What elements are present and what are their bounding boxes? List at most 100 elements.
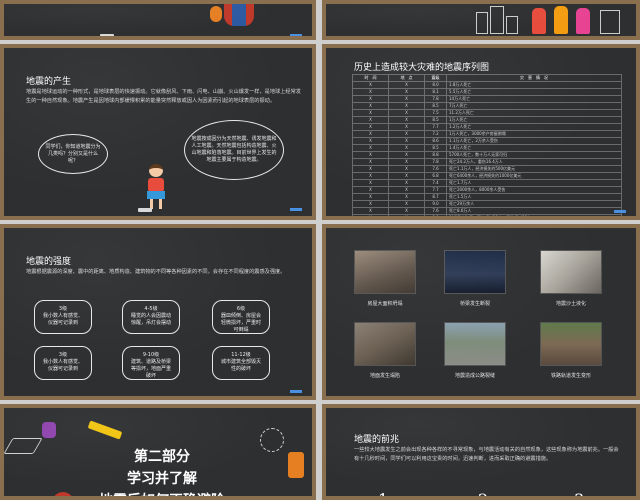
table-cell: X bbox=[352, 144, 389, 152]
table-cell: X bbox=[388, 137, 425, 145]
slide-paragraph: 地震是地球运动的一种形式，是地球表层的快速振动。它就像刮风、下雨、闪电、山崩、火… bbox=[26, 89, 301, 104]
table-cell: X bbox=[388, 214, 425, 216]
slide-title: 地震的强度 bbox=[26, 257, 72, 267]
table-row: X X 7.8 14万人死亡 bbox=[352, 95, 622, 103]
balloon-doodle bbox=[260, 428, 284, 452]
table-cell: 1.8万人死亡 bbox=[446, 81, 622, 89]
table-cell: X bbox=[352, 186, 389, 194]
soil-liquefaction-photo bbox=[540, 250, 602, 294]
table-cell: X bbox=[388, 151, 425, 159]
table-cell: X bbox=[352, 179, 389, 187]
slide-thumbnail-2[interactable] bbox=[322, 0, 640, 40]
slide-earthquake-origin[interactable]: 地震的产生 地震是地球运动的一种形式，是地球表层的快速振动。它就像刮风、下雨、闪… bbox=[0, 44, 316, 220]
city-kids-illustration bbox=[476, 4, 636, 36]
slide-earthquake-intensity[interactable]: 地震的强度 地震根据震源的深度、震中的距离、地质构造、建筑物的不同等各种因素的不… bbox=[0, 224, 316, 400]
level-desc: 我小数人有感觉、仪器可记录到 bbox=[42, 359, 83, 372]
table-cell: X bbox=[352, 88, 389, 96]
table-row: X X 8.7 死亡1.5万人 bbox=[352, 193, 622, 201]
table-cell: X bbox=[388, 144, 425, 152]
road-crack-photo bbox=[444, 322, 506, 366]
table-cell: 引起巨大海啸，死亡超过10人，损失超过10亿 bbox=[446, 214, 622, 216]
photo-caption: 地震造成公路裂缝 bbox=[454, 373, 495, 379]
table-header: 地 点 bbox=[388, 74, 425, 82]
table-row: X X 7.7 死亡2000余人，8000余人受伤 bbox=[352, 186, 622, 194]
table-cell: 7.2 bbox=[424, 130, 447, 138]
blue-chalk bbox=[614, 210, 626, 213]
table-row: X X 8.5 1.4万人死亡 bbox=[352, 144, 622, 152]
photo-caption: 地震沙土液化 bbox=[555, 301, 586, 307]
table-cell: 1.4万人死亡 bbox=[446, 144, 622, 152]
table-row: X X 8.0 1.8万人死亡 bbox=[352, 81, 622, 89]
table-cell: 7.8 bbox=[424, 158, 447, 166]
level-desc: 睡觉的人会因震动惊醒，吊灯会摆动 bbox=[130, 313, 171, 326]
table-cell: X bbox=[352, 172, 389, 180]
table-cell: X bbox=[388, 158, 425, 166]
table-cell: 8.5 bbox=[424, 102, 447, 110]
table-row: X X 8.0 引起巨大海啸，死亡超过10人，损失超过10亿 bbox=[352, 214, 622, 216]
slide-earthquake-photos[interactable]: 房屋大面积坍塌 桥梁发生断裂 地震沙土液化 地面发生塌陷 地震造成公路裂缝 铁路… bbox=[322, 224, 640, 400]
red-circle-decoration bbox=[52, 492, 74, 496]
table-cell: X bbox=[388, 207, 425, 215]
table-cell: 8.8 bbox=[424, 151, 447, 159]
table-cell: X bbox=[352, 123, 389, 131]
table-header: 震级 bbox=[424, 74, 447, 82]
table-header: 时 间 bbox=[352, 74, 389, 82]
blue-chalk bbox=[290, 390, 302, 393]
table-row: X X 8.1 5.5万人死亡 bbox=[352, 88, 622, 96]
table-cell: X bbox=[352, 116, 389, 124]
table-cell: 8.0 bbox=[424, 214, 447, 216]
slide-earthquake-precursors[interactable]: 地震的前兆 一些较大地震发生之前会出现各种各样的不寻常现象，与地震活动有关的自然… bbox=[322, 404, 640, 500]
table-cell: 7.5 bbox=[424, 109, 447, 117]
slide-title: 地震的产生 bbox=[26, 77, 72, 87]
intensity-box: 6级 器皿倾倒、房屋会轻微损坏，严重时可倒塌 bbox=[212, 300, 270, 334]
table-cell: X bbox=[352, 81, 389, 89]
intensity-box: 9-10级 建筑、道路及桥梁等损坏，地面严重破坏 bbox=[122, 346, 180, 380]
table-row: X X 8.5 1万人死亡 bbox=[352, 116, 622, 124]
table-row: X X 8.8 5700人死亡，数十万人无家可归 bbox=[352, 151, 622, 159]
photo-caption: 地面发生塌陷 bbox=[369, 373, 400, 379]
slide-title: 地震的前兆 bbox=[354, 435, 400, 445]
table-cell: 8.0 bbox=[424, 81, 447, 89]
cartoon-character-illustration bbox=[204, 4, 264, 36]
level-desc: 建筑、道路及桥梁等损坏，地面严重破坏 bbox=[130, 359, 171, 379]
photo-caption: 房屋大面积坍塌 bbox=[367, 301, 403, 307]
table-row: X X 8.5 7万人死亡 bbox=[352, 102, 622, 110]
level-label: 3级 bbox=[58, 306, 68, 312]
table-row: X X 8.6 1.1万人死亡，2万余人受伤 bbox=[352, 137, 622, 145]
step-number: 1 bbox=[378, 490, 389, 500]
table-cell: X bbox=[352, 95, 389, 103]
table-cell: X bbox=[352, 151, 389, 159]
table-cell: X bbox=[352, 130, 389, 138]
table-cell: 7.8 bbox=[424, 95, 447, 103]
slide-earthquake-table[interactable]: 历史上造成较大灾难的地震序列图 时 间 地 点 震级 灾 害 情 况 X X 8.0… bbox=[322, 44, 640, 220]
table-cell: X bbox=[352, 109, 389, 117]
table-cell: 5700人死亡，数十万人无家可归 bbox=[446, 151, 622, 159]
table-cell: X bbox=[352, 102, 389, 110]
paper-plane-doodle bbox=[4, 438, 43, 454]
table-cell: X bbox=[388, 165, 425, 173]
level-label: 3级 bbox=[58, 352, 68, 358]
table-cell: 死亡1.1万人，经济损失约500亿美元 bbox=[446, 165, 622, 173]
table-cell: X bbox=[352, 200, 389, 208]
table-cell: X bbox=[388, 172, 425, 180]
table-cell: 死亡6400余人，经济损失约1000亿美元 bbox=[446, 172, 622, 180]
slide-paragraph: 地震根据震源的深度、震中的距离、地质构造、建筑物的不同等各种因素的不同，会存在不… bbox=[26, 269, 286, 275]
slide-section-two[interactable]: 第二部分 学习并了解 地震后如何正确避险 bbox=[0, 404, 316, 500]
collapsed-house-photo bbox=[354, 250, 416, 294]
table-row: X X 7.2 1万人死亡，3000余户房屋倒塌 bbox=[352, 130, 622, 138]
photo-caption: 桥梁发生断裂 bbox=[459, 301, 490, 307]
slide-title: 历史上造成较大灾难的地震序列图 bbox=[354, 63, 490, 73]
table-cell: 1.1万人死亡，2万余人受伤 bbox=[446, 137, 622, 145]
level-label: 11-12级 bbox=[231, 352, 251, 358]
table-cell: 1万人死亡，3000余户房屋倒塌 bbox=[446, 130, 622, 138]
table-row: X X 7.6 死亡1.1万人，经济损失约500亿美元 bbox=[352, 165, 622, 173]
table-cell: 死亡8.6万人 bbox=[446, 207, 622, 215]
intensity-box: 4-5级 睡觉的人会因震动惊醒，吊灯会摆动 bbox=[122, 300, 180, 334]
table-cell: 11.2万人死亡 bbox=[446, 109, 622, 117]
question-bubble: 同学们，你知道地震分为几类吗？分别又是什么呢？ bbox=[38, 134, 108, 174]
table-cell: X bbox=[352, 165, 389, 173]
section-subtitle: 学习并了解 bbox=[127, 471, 197, 487]
table-cell: 死亡2000余人，8000余人受伤 bbox=[446, 186, 622, 194]
slide-thumbnail-1[interactable] bbox=[0, 0, 316, 40]
table-cell: X bbox=[388, 88, 425, 96]
